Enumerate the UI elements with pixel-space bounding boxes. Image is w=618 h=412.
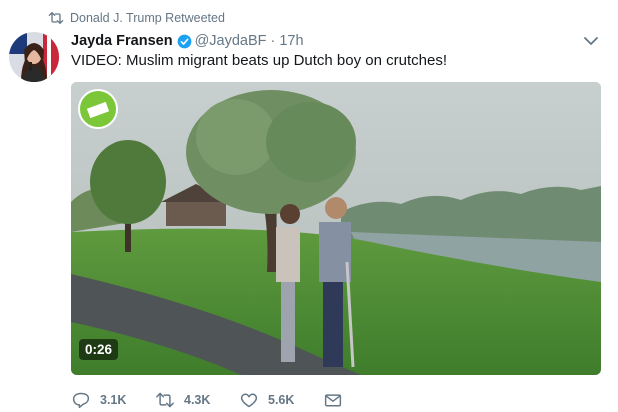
envelope-icon — [324, 394, 342, 407]
direct-message-button[interactable] — [323, 389, 352, 411]
like-count: 5.6K — [268, 393, 295, 407]
tweet-actions: 3.1K 4.3K 5.6K — [71, 389, 371, 411]
author-name[interactable]: Jayda Fransen — [71, 33, 173, 49]
heart-icon — [240, 393, 258, 408]
verified-badge-icon — [177, 34, 191, 48]
retweet-context: Donald J. Trump Retweeted — [48, 9, 225, 27]
author-handle[interactable]: @JaydaBF — [195, 33, 267, 49]
video-duration: 0:26 — [79, 339, 119, 360]
separator-dot: · — [270, 33, 276, 49]
retweet-context-text[interactable]: Donald J. Trump Retweeted — [70, 11, 225, 25]
chevron-down-icon[interactable] — [583, 34, 599, 48]
tweet-header: Jayda Fransen @JaydaBF · 17h — [71, 31, 304, 51]
tweet-card[interactable]: Donald J. Trump Retweeted Jayda Fransen … — [0, 0, 618, 412]
like-button[interactable]: 5.6K — [239, 389, 294, 411]
video-thumbnail — [71, 82, 601, 375]
tweet-text: VIDEO: Muslim migrant beats up Dutch boy… — [71, 52, 447, 69]
avatar-image — [9, 32, 59, 82]
reply-icon — [72, 392, 90, 409]
reply-button[interactable]: 3.1K — [71, 389, 126, 411]
video-player[interactable]: 0:26 — [71, 82, 601, 375]
retweet-button[interactable]: 4.3K — [155, 389, 210, 411]
retweet-count: 4.3K — [184, 393, 211, 407]
reply-count: 3.1K — [100, 393, 127, 407]
channel-logo-icon — [78, 89, 118, 129]
tweet-timestamp[interactable]: 17h — [279, 33, 303, 49]
avatar[interactable] — [9, 32, 59, 82]
retweet-icon — [48, 12, 64, 24]
retweet-icon — [156, 392, 174, 408]
